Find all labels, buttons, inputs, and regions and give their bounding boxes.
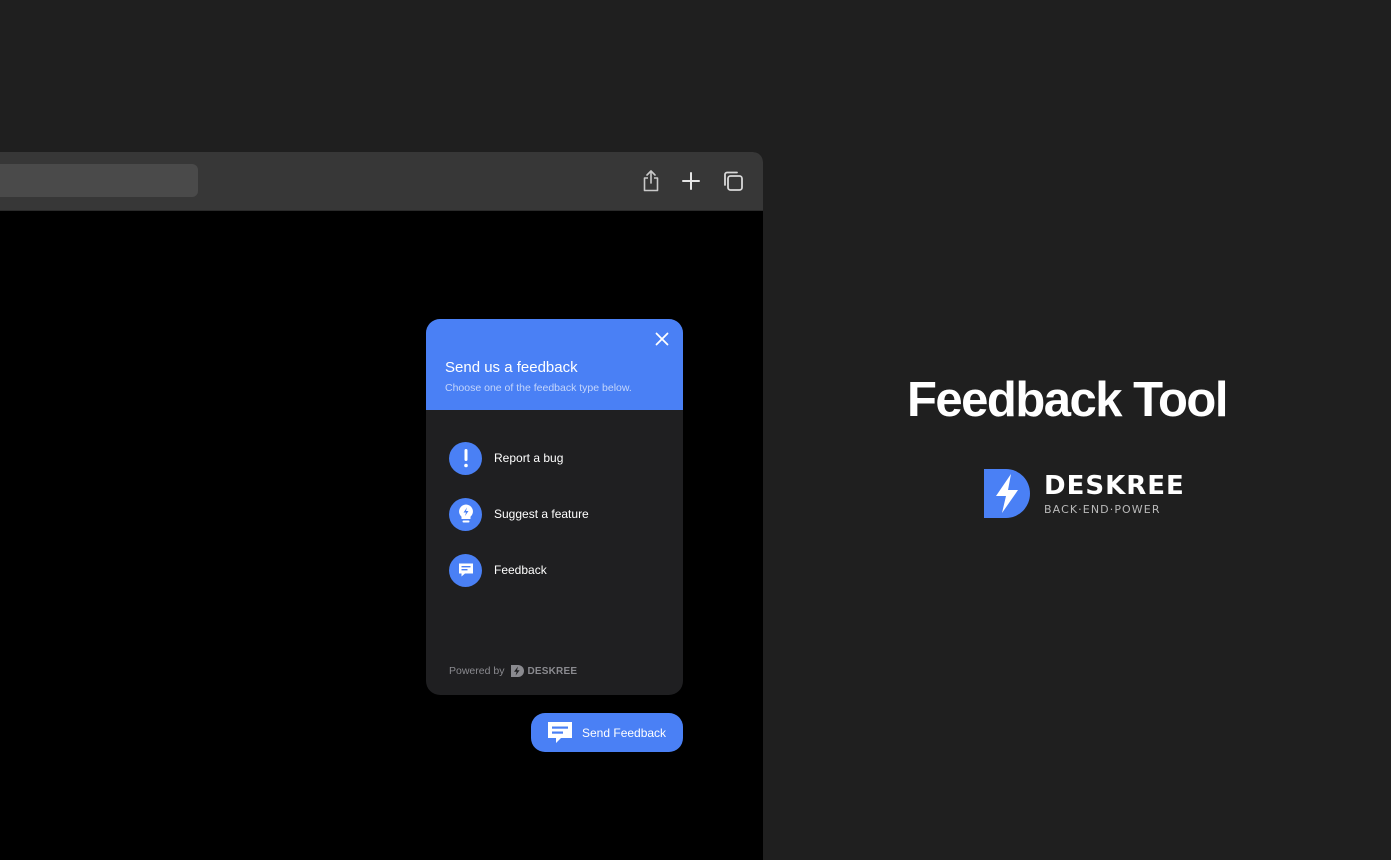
hero-title: Feedback Tool: [907, 373, 1228, 427]
widget-header: Send us a feedback Choose one of the fee…: [426, 319, 683, 410]
tabs-icon[interactable]: [720, 168, 746, 194]
exclamation-icon: [449, 441, 482, 475]
feedback-widget: Send us a feedback Choose one of the fee…: [426, 319, 683, 695]
option-label: Feedback: [494, 563, 547, 577]
deskree-bolt-icon: [984, 469, 1030, 518]
powered-by-logo[interactable]: DESKREE: [510, 664, 577, 678]
close-icon[interactable]: [653, 330, 671, 348]
powered-by-label: Powered by: [449, 665, 505, 677]
message-icon: [449, 553, 482, 587]
powered-by: Powered by DESKREE: [449, 664, 577, 678]
brand-logo: DESKREE BACK·END·POWER: [984, 469, 1185, 518]
option-report-bug[interactable]: Report a bug: [449, 441, 669, 475]
brand-tagline: BACK·END·POWER: [1044, 502, 1161, 516]
option-label: Report a bug: [494, 451, 564, 465]
widget-subtitle: Choose one of the feedback type below.: [445, 382, 632, 394]
send-feedback-label: Send Feedback: [582, 725, 667, 740]
stage: Send us a feedback Choose one of the fee…: [0, 0, 1391, 860]
message-icon: [547, 721, 573, 745]
lightbulb-icon: [449, 497, 482, 531]
browser-window: Send us a feedback Choose one of the fee…: [0, 152, 763, 860]
deskree-logo-icon: [511, 665, 525, 677]
brand-name: DESKREE: [1044, 470, 1185, 501]
brand-text: DESKREE BACK·END·POWER: [1044, 472, 1185, 516]
option-label: Suggest a feature: [494, 507, 589, 521]
browser-toolbar: [0, 152, 763, 211]
send-feedback-button[interactable]: Send Feedback: [531, 713, 683, 752]
address-bar[interactable]: [0, 164, 198, 197]
powered-by-brand: DESKREE: [527, 665, 578, 677]
option-feedback[interactable]: Feedback: [449, 553, 669, 587]
share-icon[interactable]: [638, 168, 664, 194]
widget-title: Send us a feedback: [445, 359, 578, 376]
plus-icon[interactable]: [678, 168, 704, 194]
option-suggest-feature[interactable]: Suggest a feature: [449, 497, 669, 531]
